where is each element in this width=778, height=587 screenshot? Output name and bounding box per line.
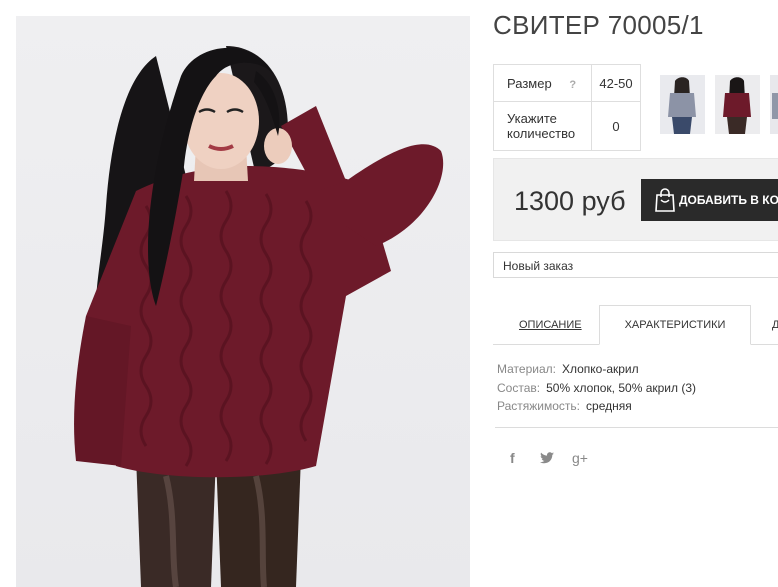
product-tabs: ОПИСАНИЕ ХАРАКТЕРИСТИКИ Д xyxy=(493,305,778,345)
char-row-material: Материал: Хлопко-акрил xyxy=(497,360,696,379)
product-main-image[interactable] xyxy=(16,16,470,587)
characteristics-list: Материал: Хлопко-акрил Состав: 50% хлопок,… xyxy=(497,360,696,416)
price: 1300 руб xyxy=(514,186,626,216)
thumbnail-image xyxy=(660,75,705,134)
char-value: Хлопко-акрил xyxy=(561,362,639,376)
thumbnail-1[interactable] xyxy=(660,75,705,134)
options-table: Размер ? 42-50 Укажите количество 0 xyxy=(493,64,641,151)
tab-description[interactable]: ОПИСАНИЕ xyxy=(519,305,582,345)
size-help-icon[interactable]: ? xyxy=(569,79,576,91)
qty-input[interactable]: 0 xyxy=(591,101,641,151)
price-box: 1300 руб ДОБАВИТЬ В КОРЗИНУ xyxy=(493,158,778,241)
product-title: СВИТЕР 70005/1 xyxy=(493,10,704,40)
twitter-icon[interactable] xyxy=(540,451,554,467)
facebook-icon[interactable]: f xyxy=(510,450,515,466)
thumbnail-image xyxy=(715,75,760,134)
order-select[interactable]: Новый заказ xyxy=(493,252,778,278)
qty-cell: Укажите количество xyxy=(493,101,592,151)
content-divider xyxy=(495,427,778,428)
shopping-bag-icon xyxy=(655,188,675,212)
thumbnail-image xyxy=(770,75,778,134)
char-key: Растяжимость: xyxy=(497,399,581,413)
char-row-stretch: Растяжимость: средняя xyxy=(497,397,696,416)
thumbnail-3[interactable] xyxy=(770,75,778,134)
google-plus-icon[interactable]: g+ xyxy=(572,450,588,466)
size-value[interactable]: 42-50 xyxy=(591,64,641,102)
add-to-cart-button[interactable]: ДОБАВИТЬ В КОРЗИНУ xyxy=(641,179,778,221)
char-value: 50% хлопок, 50% акрил (3) xyxy=(546,380,696,395)
char-key: Состав: xyxy=(497,380,541,395)
size-label: Размер xyxy=(507,75,552,91)
add-to-cart-label: ДОБАВИТЬ В КОРЗИНУ xyxy=(679,193,778,207)
tab-delivery[interactable]: Д xyxy=(772,305,778,345)
twitter-bird-shape xyxy=(540,452,554,464)
char-row-composition: Состав: 50% хлопок, 50% акрил (3) xyxy=(497,379,696,398)
size-cell: Размер ? xyxy=(493,64,592,102)
tab-characteristics[interactable]: ХАРАКТЕРИСТИКИ xyxy=(599,305,751,345)
thumbnail-2[interactable] xyxy=(715,75,760,134)
char-value: средняя xyxy=(586,399,632,413)
qty-label: Укажите количество xyxy=(507,111,576,141)
char-key: Материал: xyxy=(497,362,556,376)
model-photo xyxy=(74,46,444,587)
